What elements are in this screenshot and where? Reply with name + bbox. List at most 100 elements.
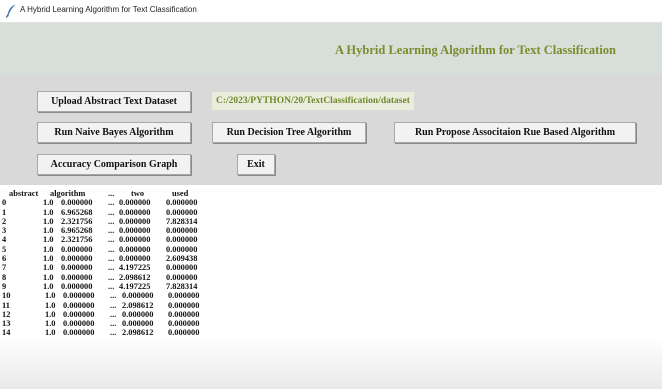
output-cell: 2.098612 — [119, 272, 151, 282]
output-cell: 0.000000 — [166, 226, 198, 236]
output-row: 11 1.0 0.000000... 2.098612 0.000000 — [0, 301, 662, 310]
output-cell: 2.321756 — [61, 235, 93, 245]
column-header: ... — [108, 189, 115, 198]
output-row: 13 1.0 0.000000... 0.000000 0.000000 — [0, 319, 662, 328]
output-row: 3 1.0 6.965268... 0.000000 0.000000 — [0, 226, 662, 235]
column-header: abstract — [9, 189, 39, 198]
window-title: A Hybrid Learning Algorithm for Text Cla… — [20, 5, 197, 14]
output-cell: 11 — [2, 300, 10, 310]
column-header: used — [172, 189, 189, 198]
output-cell: 0.000000 — [119, 226, 151, 236]
output-cell: 0.000000 — [61, 263, 93, 273]
output-cell: 0.000000 — [119, 198, 151, 208]
output-row: 14 1.0 0.000000... 2.098612 0.000000 — [0, 328, 662, 337]
output-cell: 2.098612 — [122, 300, 154, 310]
output-cell: 14 — [2, 328, 11, 338]
output-cell: 0.000000 — [166, 235, 198, 245]
output-cell: 1.0 — [43, 281, 54, 291]
output-row: 4 1.0 2.321756... 0.000000 0.000000 — [0, 235, 662, 244]
output-row: 7 1.0 0.000000... 4.197225 0.000000 — [0, 263, 662, 272]
output-cell: ... — [110, 328, 117, 338]
controls-panel: Upload Abstract Text Dataset C:/2023/PYT… — [0, 75, 662, 185]
output-cell: 0.000000 — [166, 272, 198, 282]
output-cell: 13 — [2, 319, 11, 329]
output-cell: ... — [108, 198, 115, 208]
output-cell: 1.0 — [45, 309, 56, 319]
output-cell: 6 — [2, 254, 7, 264]
output-cell: 2.098612 — [122, 328, 154, 338]
output-cell: 2.609438 — [166, 254, 198, 264]
output-row: 2 1.0 2.321756... 0.000000 7.828314 — [0, 217, 662, 226]
output-cell: 1.0 — [43, 244, 54, 254]
output-cell: 0.000000 — [61, 272, 93, 282]
output-cell: 7.828314 — [166, 216, 198, 226]
output-cell: 0.000000 — [166, 207, 198, 217]
output-cell: 1.0 — [43, 254, 54, 264]
output-cell: 1.0 — [45, 328, 56, 338]
output-cell: 7 — [2, 263, 7, 273]
output-cell: 0.000000 — [61, 244, 93, 254]
upload-dataset-button[interactable]: Upload Abstract Text Dataset — [37, 91, 191, 112]
output-cell: 0.000000 — [61, 281, 93, 291]
output-header-row: abstract algorithm ... two used — [0, 189, 662, 198]
output-cell: 1.0 — [43, 235, 54, 245]
app-header: A Hybrid Learning Algorithm for Text Cla… — [0, 23, 662, 75]
exit-button[interactable]: Exit — [237, 154, 275, 175]
output-cell: 0.000000 — [119, 254, 151, 264]
output-cell: 4 — [2, 235, 7, 245]
output-cell: 1 — [2, 207, 7, 217]
output-cell: ... — [110, 291, 117, 301]
output-cell: 1.0 — [43, 263, 54, 273]
output-cell: ... — [108, 263, 115, 273]
app-heading: A Hybrid Learning Algorithm for Text Cla… — [334, 43, 616, 57]
output-row: 10 1.0 0.000000... 0.000000 0.000000 — [0, 291, 662, 300]
output-cell: 2.321756 — [61, 216, 93, 226]
output-cell: 5 — [2, 244, 7, 254]
output-cell: 0.000000 — [119, 244, 151, 254]
output-cell: 2 — [2, 216, 7, 226]
output-cell: 4.197225 — [119, 281, 151, 291]
run-decision-tree-button[interactable]: Run Decision Tree Algorithm — [212, 122, 366, 143]
column-header: two — [131, 189, 145, 198]
output-cell: 1.0 — [43, 216, 54, 226]
output-row: 6 1.0 0.000000... 0.000000 2.609438 — [0, 254, 662, 263]
output-cell: ... — [108, 272, 115, 282]
output-cell: 0.000000 — [122, 309, 154, 319]
output-cell: 0.000000 — [168, 309, 200, 319]
output-cell: ... — [108, 235, 115, 245]
feather-icon — [5, 4, 16, 18]
output-cell: 1.0 — [43, 207, 54, 217]
accuracy-graph-button[interactable]: Accuracy Comparison Graph — [37, 154, 191, 175]
output-cell: 4.197225 — [119, 263, 151, 273]
output-text-area[interactable]: abstract algorithm ... two used 0 1.0 0.00… — [0, 185, 662, 389]
output-cell: 0.000000 — [166, 198, 198, 208]
run-propose-algorithm-button[interactable]: Run Propose Associtaion Rue Based Algori… — [394, 122, 636, 143]
output-cell: 0.000000 — [166, 244, 198, 254]
output-cell: 6.965268 — [61, 207, 93, 217]
output-cell: 1.0 — [45, 300, 56, 310]
output-row: 1 1.0 6.965268... 0.000000 0.000000 — [0, 208, 662, 217]
output-cell: ... — [110, 319, 117, 329]
output-cell: 0.000000 — [63, 291, 95, 301]
output-cell: 0.000000 — [119, 216, 151, 226]
output-cell: 9 — [2, 281, 7, 291]
output-cell: 0.000000 — [63, 328, 95, 338]
output-cell: 8 — [2, 272, 7, 282]
output-cell: 0.000000 — [168, 300, 200, 310]
run-naive-bayes-button[interactable]: Run Naive Bayes Algorithm — [37, 122, 191, 143]
output-cell: 0.000000 — [119, 207, 151, 217]
output-cell: 0.000000 — [61, 254, 93, 264]
output-cell: 0.000000 — [122, 319, 154, 329]
output-row: 0 1.0 0.000000... 0.000000 0.000000 — [0, 198, 662, 207]
output-cell: 0.000000 — [63, 319, 95, 329]
output-cell: 7.828314 — [166, 281, 198, 291]
output-cell: ... — [108, 244, 115, 254]
output-cell: ... — [108, 226, 115, 236]
column-header: algorithm — [50, 189, 86, 198]
output-cell: 6.965268 — [61, 226, 93, 236]
output-row: 5 1.0 0.000000... 0.000000 0.000000 — [0, 245, 662, 254]
window-titlebar: A Hybrid Learning Algorithm for Text Cla… — [0, 0, 662, 23]
output-cell: 0.000000 — [168, 319, 200, 329]
output-row: 9 1.0 0.000000... 4.197225 7.828314 — [0, 282, 662, 291]
output-cell: 12 — [2, 309, 11, 319]
